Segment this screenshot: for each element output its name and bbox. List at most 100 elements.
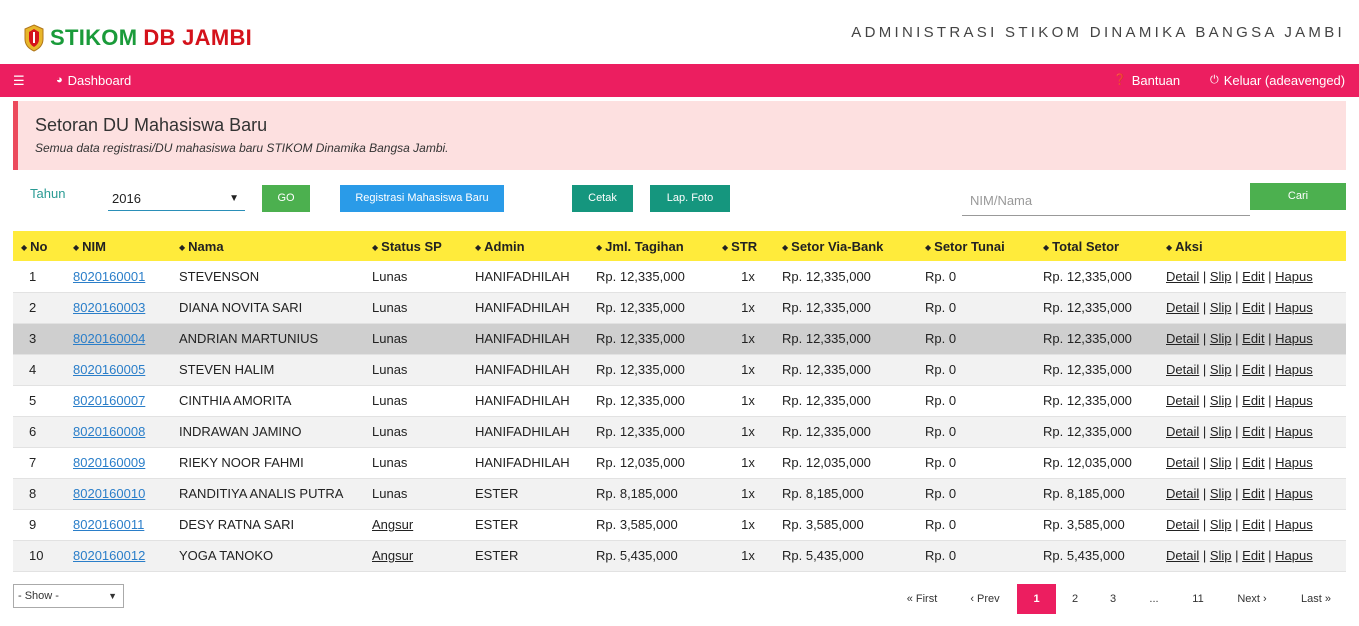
- nim-link[interactable]: 8020160010: [73, 486, 145, 501]
- slip-link[interactable]: Slip: [1210, 300, 1232, 315]
- cell-nama-text: CINTHIA AMORITA: [179, 393, 292, 408]
- cell-total: Rp. 3,585,000: [1039, 509, 1162, 540]
- col-header-total[interactable]: ◆ Total Setor: [1039, 231, 1162, 261]
- detail-link[interactable]: Detail: [1166, 300, 1199, 315]
- edit-link[interactable]: Edit: [1242, 548, 1264, 563]
- nav-bantuan[interactable]: ❓ Bantuan: [1113, 64, 1180, 97]
- detail-link[interactable]: Detail: [1166, 486, 1199, 501]
- edit-link[interactable]: Edit: [1242, 424, 1264, 439]
- detail-link[interactable]: Detail: [1166, 393, 1199, 408]
- cetak-button[interactable]: Cetak: [572, 185, 633, 212]
- hapus-link[interactable]: Hapus: [1275, 486, 1313, 501]
- slip-link[interactable]: Slip: [1210, 517, 1232, 532]
- slip-link[interactable]: Slip: [1210, 548, 1232, 563]
- slip-link[interactable]: Slip: [1210, 269, 1232, 284]
- nim-link[interactable]: 8020160007: [73, 393, 145, 408]
- slip-link[interactable]: Slip: [1210, 424, 1232, 439]
- show-entries-select[interactable]: - Show - ▼: [13, 584, 124, 608]
- status-text: Lunas: [372, 424, 408, 439]
- nav-dashboard[interactable]: ◕ Dashboard: [56, 64, 131, 97]
- hapus-link[interactable]: Hapus: [1275, 269, 1313, 284]
- slip-link[interactable]: Slip: [1210, 486, 1232, 501]
- hapus-link[interactable]: Hapus: [1275, 455, 1313, 470]
- status-text[interactable]: Angsur: [372, 548, 413, 563]
- col-header-nim[interactable]: ◆ NIM: [69, 231, 175, 261]
- edit-link[interactable]: Edit: [1242, 486, 1264, 501]
- hapus-link[interactable]: Hapus: [1275, 548, 1313, 563]
- cell-tagihan: Rp. 12,335,000: [592, 385, 718, 416]
- go-button[interactable]: GO: [262, 185, 310, 212]
- hapus-link[interactable]: Hapus: [1275, 331, 1313, 346]
- col-header-status[interactable]: ◆ Status SP: [368, 231, 471, 261]
- menu-toggle-button[interactable]: ☰: [13, 64, 25, 97]
- nim-link[interactable]: 8020160003: [73, 300, 145, 315]
- nim-link[interactable]: 8020160004: [73, 331, 145, 346]
- edit-link[interactable]: Edit: [1242, 331, 1264, 346]
- col-header-str[interactable]: ◆ STR: [718, 231, 778, 261]
- hapus-link[interactable]: Hapus: [1275, 393, 1313, 408]
- nim-link[interactable]: 8020160009: [73, 455, 145, 470]
- nim-link[interactable]: 8020160001: [73, 269, 145, 284]
- edit-link[interactable]: Edit: [1242, 517, 1264, 532]
- cell-total: Rp. 12,035,000: [1039, 447, 1162, 478]
- slip-link[interactable]: Slip: [1210, 331, 1232, 346]
- sort-icon: ◆: [1166, 242, 1173, 252]
- detail-link[interactable]: Detail: [1166, 455, 1199, 470]
- cell-tunai: Rp. 0: [921, 478, 1039, 509]
- cell-bank: Rp. 12,335,000: [778, 354, 921, 385]
- nim-link[interactable]: 8020160008: [73, 424, 145, 439]
- slip-link[interactable]: Slip: [1210, 455, 1232, 470]
- detail-link[interactable]: Detail: [1166, 362, 1199, 377]
- detail-link[interactable]: Detail: [1166, 548, 1199, 563]
- pager-page-3[interactable]: 3: [1097, 584, 1129, 614]
- col-header-tunai[interactable]: ◆ Setor Tunai: [921, 231, 1039, 261]
- slip-link[interactable]: Slip: [1210, 393, 1232, 408]
- cell-admin: HANIFADHILAH: [471, 385, 592, 416]
- site-logo[interactable]: STIKOM DB JAMBI: [24, 24, 252, 52]
- pager-page-1[interactable]: 1: [1017, 584, 1056, 614]
- table-row: 3 8020160004 ANDRIAN MARTUNIUS Lunas HANIFAD…: [13, 323, 1346, 354]
- lap-foto-button[interactable]: Lap. Foto: [650, 185, 730, 212]
- pager-prev[interactable]: ‹ Prev: [962, 584, 1008, 614]
- cell-no-text: 8: [29, 486, 37, 501]
- col-header-nama[interactable]: ◆ Nama: [175, 231, 368, 261]
- status-text[interactable]: Angsur: [372, 517, 413, 532]
- edit-link[interactable]: Edit: [1242, 300, 1264, 315]
- detail-link[interactable]: Detail: [1166, 424, 1199, 439]
- edit-link[interactable]: Edit: [1242, 393, 1264, 408]
- tahun-select[interactable]: 2016 ▼: [108, 186, 245, 211]
- cell-nama-text: INDRAWAN JAMINO: [179, 424, 302, 439]
- nim-link[interactable]: 8020160012: [73, 548, 145, 563]
- pager-last[interactable]: Last »: [1291, 584, 1341, 614]
- pager-page-2[interactable]: 2: [1059, 584, 1091, 614]
- nim-link[interactable]: 8020160005: [73, 362, 145, 377]
- slip-link[interactable]: Slip: [1210, 362, 1232, 377]
- edit-link[interactable]: Edit: [1242, 269, 1264, 284]
- detail-link[interactable]: Detail: [1166, 331, 1199, 346]
- col-header-aksi[interactable]: ◆ Aksi: [1162, 231, 1346, 261]
- hapus-link[interactable]: Hapus: [1275, 517, 1313, 532]
- nav-logout[interactable]: ⏻ Keluar (adeavenged): [1210, 64, 1345, 97]
- cari-button[interactable]: Cari: [1250, 183, 1346, 210]
- col-header-tagihan[interactable]: ◆ Jml. Tagihan: [592, 231, 718, 261]
- col-header-admin[interactable]: ◆ Admin: [471, 231, 592, 261]
- detail-link[interactable]: Detail: [1166, 517, 1199, 532]
- hapus-link[interactable]: Hapus: [1275, 362, 1313, 377]
- hapus-link[interactable]: Hapus: [1275, 300, 1313, 315]
- registrasi-button[interactable]: Registrasi Mahasiswa Baru: [340, 185, 504, 212]
- pager-first[interactable]: « First: [898, 584, 946, 614]
- cell-admin: ESTER: [471, 478, 592, 509]
- detail-link[interactable]: Detail: [1166, 269, 1199, 284]
- cell-admin: HANIFADHILAH: [471, 416, 592, 447]
- col-header-bank[interactable]: ◆ Setor Via-Bank: [778, 231, 921, 261]
- pager-page-11[interactable]: 11: [1181, 584, 1215, 614]
- pager-next[interactable]: Next ›: [1229, 584, 1275, 614]
- cell-no-text: 3: [29, 331, 37, 346]
- hapus-link[interactable]: Hapus: [1275, 424, 1313, 439]
- col-header-no[interactable]: ◆ No: [13, 231, 69, 261]
- edit-link[interactable]: Edit: [1242, 455, 1264, 470]
- edit-link[interactable]: Edit: [1242, 362, 1264, 377]
- separator: |: [1231, 268, 1243, 284]
- nim-link[interactable]: 8020160011: [73, 517, 144, 532]
- search-input[interactable]: [962, 186, 1250, 216]
